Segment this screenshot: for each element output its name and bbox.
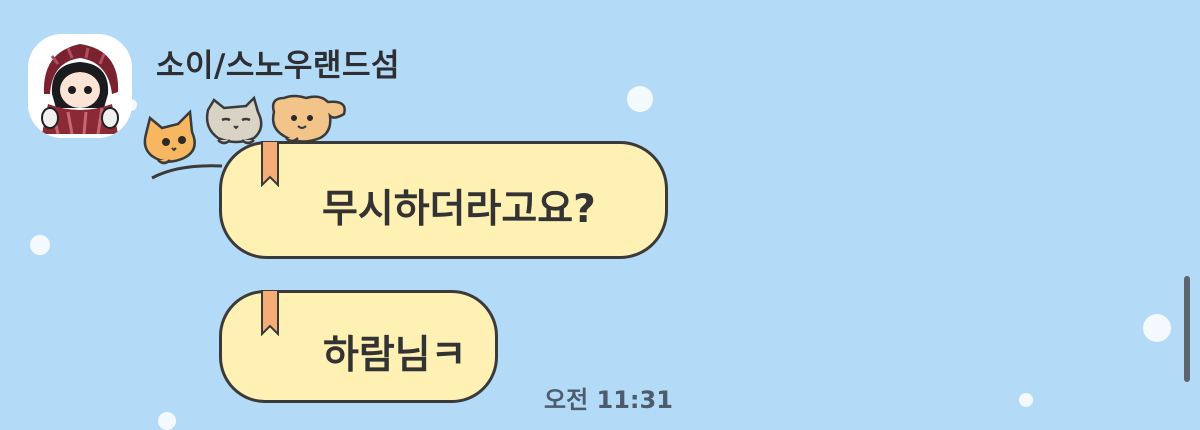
peeking-cats-icon [143,94,346,180]
snow-dot [30,235,50,255]
sender-avatar[interactable] [28,34,132,138]
message-text: 무시하더라고요? [322,187,596,232]
message-text: 하람님ㅋ [323,333,467,378]
snow-dot [158,412,176,430]
message-timestamp: 오전 11:31 [544,386,673,414]
avatar-girl-icon [28,34,132,138]
scrollbar[interactable] [1184,276,1190,382]
sender-name: 소이/스노우랜드섬 [156,48,400,84]
snow-dot [1019,393,1033,407]
snow-dot [1143,314,1171,342]
ribbon-bookmark-icon [261,290,279,336]
snow-dot [627,86,653,112]
